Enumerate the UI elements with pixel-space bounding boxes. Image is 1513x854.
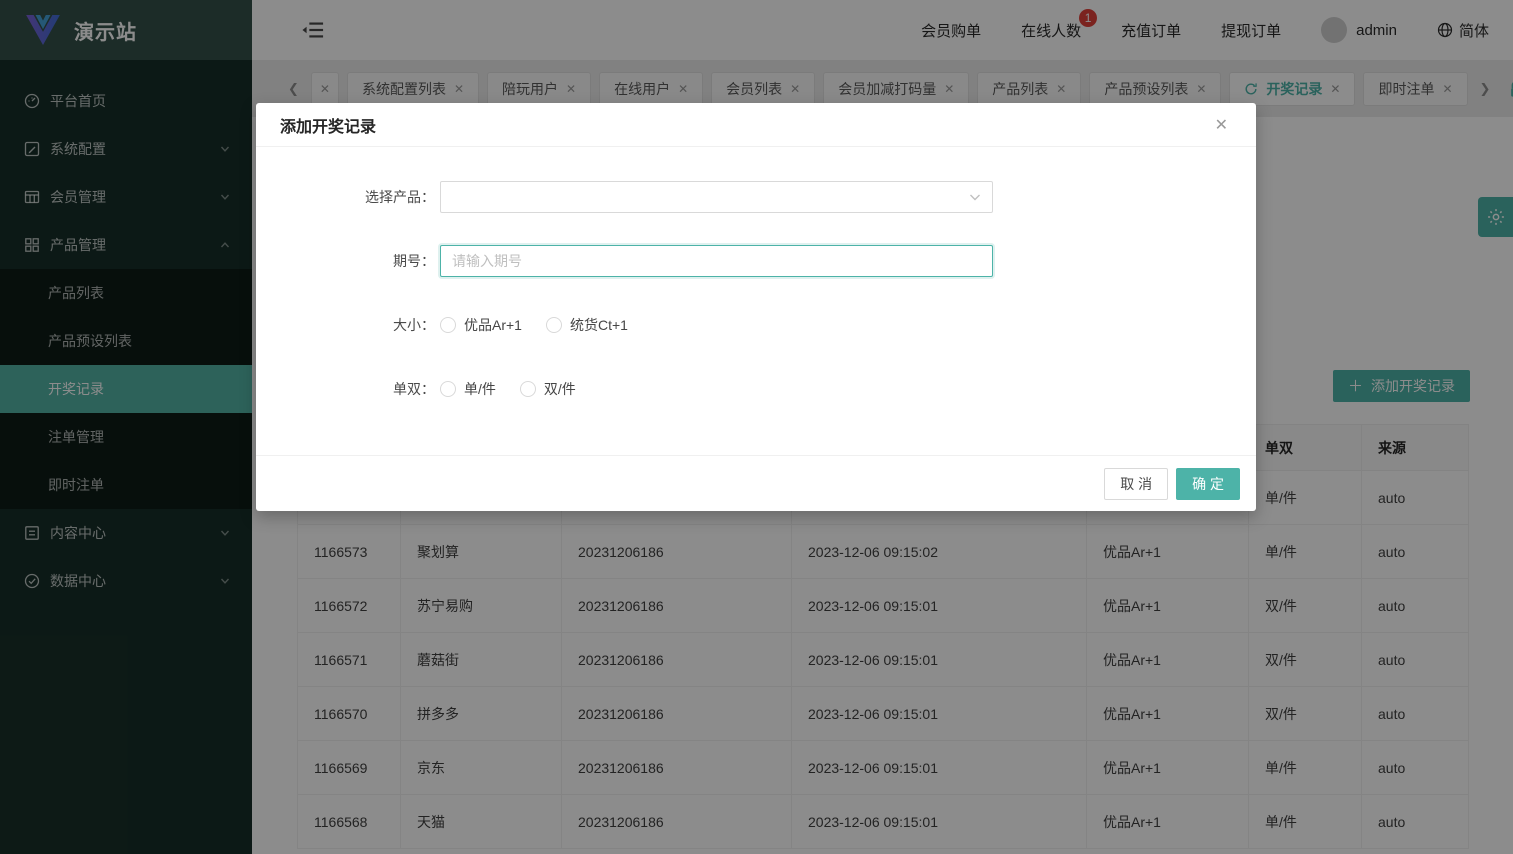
parity-radio-group: 单/件 双/件 — [440, 379, 576, 399]
ok-button[interactable]: 确 定 — [1176, 467, 1240, 500]
parity-option-2[interactable]: 双/件 — [519, 379, 576, 399]
size-radio-group: 优品Ar+1 统货Ct+1 — [440, 315, 628, 335]
form-row-size: 大小： 优品Ar+1 统货Ct+1 — [256, 309, 1256, 341]
radio-icon — [545, 317, 562, 333]
radio-icon — [519, 381, 536, 397]
issue-input[interactable] — [440, 245, 993, 277]
radio-icon — [440, 381, 456, 397]
chevron-down-icon — [969, 191, 981, 203]
cancel-button[interactable]: 取 消 — [1104, 467, 1169, 500]
product-select[interactable] — [440, 181, 993, 213]
modal-title: 添加开奖记录 — [280, 118, 377, 136]
modal-header: 添加开奖记录 ✕ — [256, 103, 1256, 147]
radio-icon — [440, 317, 456, 333]
add-record-modal: 添加开奖记录 ✕ 选择产品： 期号： 大小： 优品Ar+1 — [256, 103, 1256, 511]
form-row-parity: 单双： 单/件 双/件 — [256, 373, 1256, 405]
parity-label: 单双： — [393, 381, 435, 397]
size-option-1[interactable]: 优品Ar+1 — [440, 315, 522, 335]
modal-footer: 取 消 确 定 — [256, 455, 1256, 511]
modal-close-icon[interactable]: ✕ — [1211, 115, 1232, 135]
form-row-product: 选择产品： — [256, 181, 1256, 213]
modal-body: 选择产品： 期号： 大小： 优品Ar+1 统货Ct+1 — [256, 147, 1256, 455]
size-option-2[interactable]: 统货Ct+1 — [545, 315, 628, 335]
size-label: 大小： — [393, 317, 435, 333]
product-label: 选择产品： — [365, 189, 435, 205]
issue-label: 期号： — [393, 253, 435, 269]
parity-option-1[interactable]: 单/件 — [440, 379, 496, 399]
form-row-issue: 期号： — [256, 245, 1256, 277]
